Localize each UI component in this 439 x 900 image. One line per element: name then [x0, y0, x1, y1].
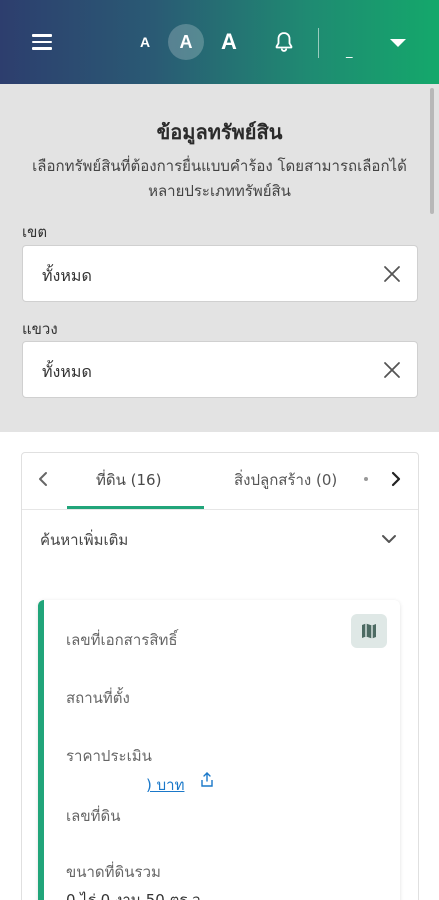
appraised-price-label: ราคาประเมิน: [66, 747, 152, 765]
district-label: เขต: [22, 223, 48, 241]
subdistrict-label: แขวง: [22, 320, 58, 338]
asset-item[interactable]: เลขที่เอกสารสิทธิ์ สถานที่ตั้ง ราคาประเม…: [38, 600, 400, 900]
clear-icon[interactable]: [383, 361, 401, 379]
chevron-left-icon: [39, 472, 47, 486]
advanced-search-toggle[interactable]: ค้นหาเพิ่มเติม: [40, 528, 128, 552]
header-divider: [318, 28, 319, 58]
user-name[interactable]: _: [346, 44, 353, 59]
district-value: ทั้งหมด: [42, 266, 92, 285]
tab-land[interactable]: ที่ดิน (16): [96, 468, 161, 492]
district-select[interactable]: ทั้งหมด: [22, 245, 418, 302]
scrollbar-thumb[interactable]: [430, 88, 434, 214]
font-size-large-button[interactable]: A: [215, 26, 243, 58]
subdistrict-value: ทั้งหมด: [42, 362, 92, 381]
tab-divider: [22, 509, 418, 510]
bell-icon[interactable]: [272, 30, 296, 54]
tab-scroll-left-button[interactable]: [21, 454, 65, 504]
page-description: เลือกทรัพย์สินที่ต้องการยื่นแบบคำร้อง โด…: [32, 157, 407, 200]
map-button[interactable]: [351, 614, 387, 648]
appraised-price-link[interactable]: ) บาท: [146, 773, 184, 797]
doc-number-label: เลขที่เอกสารสิทธิ์: [66, 631, 178, 649]
chevron-down-icon[interactable]: [380, 532, 398, 546]
font-size-small-button[interactable]: A: [135, 30, 155, 54]
tab-scroll-right-button[interactable]: [375, 454, 417, 504]
tab-building[interactable]: สิ่งปลูกสร้าง (0): [234, 468, 337, 492]
tab-overflow-dot: [364, 477, 368, 481]
total-area-value: 0 ไร่ 0 งาน 50 ตร.ว.: [66, 891, 206, 900]
location-label: สถานที่ตั้ง: [66, 689, 130, 707]
subdistrict-select[interactable]: ทั้งหมด: [22, 341, 418, 398]
info-icon[interactable]: [200, 772, 214, 788]
caret-down-icon[interactable]: [388, 36, 408, 50]
total-area-label: ขนาดที่ดินรวม: [66, 863, 161, 881]
land-number-label: เลขที่ดิน: [66, 807, 121, 825]
chevron-right-icon: [391, 471, 401, 487]
page-title: ข้อมูลทรัพย์สิน: [156, 120, 283, 144]
clear-icon[interactable]: [383, 265, 401, 283]
map-icon: [362, 623, 376, 639]
font-size-medium-button[interactable]: A: [168, 24, 204, 60]
asset-accent-bar: [38, 600, 44, 900]
menu-icon[interactable]: [32, 34, 52, 50]
